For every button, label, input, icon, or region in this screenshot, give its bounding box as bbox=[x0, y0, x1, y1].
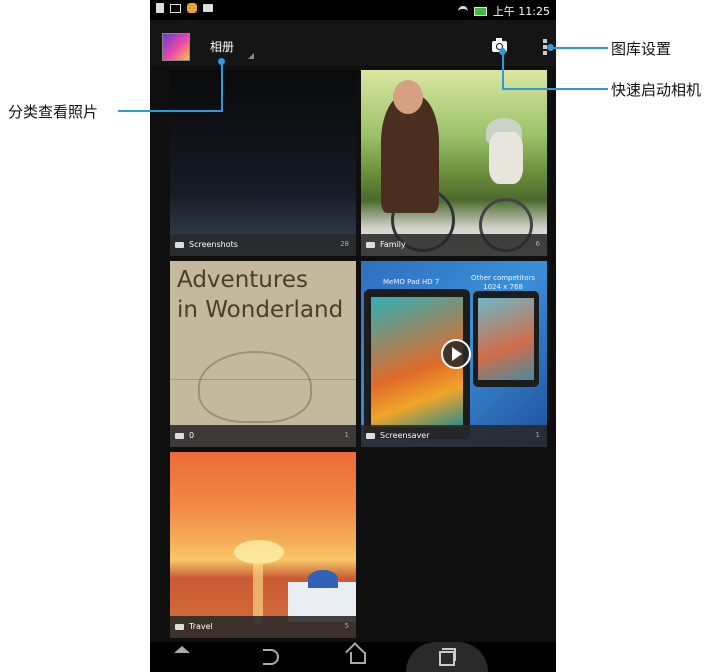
photo-sun bbox=[234, 540, 284, 564]
album-view-spinner[interactable]: 相册 bbox=[210, 38, 234, 55]
folder-icon bbox=[175, 242, 184, 248]
callout-settings: 图库设置 bbox=[611, 40, 672, 58]
album-tile-screenshots[interactable]: Screenshots 28 bbox=[170, 70, 356, 256]
photo-book-title-line1: Adventures bbox=[177, 267, 308, 293]
phone-screen: 上午 11:25 相册 Screenshots 28 Family 6 Adve… bbox=[150, 0, 556, 672]
album-count: 28 bbox=[340, 240, 349, 248]
navigation-bar bbox=[150, 642, 556, 672]
folder-icon bbox=[366, 242, 375, 248]
photo-tablet-small bbox=[473, 291, 539, 387]
photo-sea-reflection bbox=[253, 564, 263, 624]
play-icon[interactable] bbox=[441, 339, 471, 369]
photo-book-title-line2: in Wonderland bbox=[177, 297, 344, 323]
action-bar: 相册 bbox=[150, 20, 556, 66]
folder-icon bbox=[175, 624, 184, 630]
album-tile-travel[interactable]: Travel 5 bbox=[170, 452, 356, 638]
callout-camera: 快速启动相机 bbox=[611, 81, 702, 99]
photo-competitor-line1: Other competitors bbox=[471, 274, 536, 282]
album-name: 0 bbox=[189, 431, 195, 440]
album-name: Family bbox=[380, 240, 406, 249]
callout-sort: 分类查看照片 bbox=[8, 103, 99, 121]
album-caption: Screenshots 28 bbox=[170, 234, 356, 256]
recent-apps-button[interactable] bbox=[406, 642, 488, 672]
callout-line-settings bbox=[551, 47, 608, 49]
status-bar: 上午 11:25 bbox=[150, 0, 556, 20]
photo-book-title: Adventures in Wonderland bbox=[177, 265, 343, 325]
album-tile-0[interactable]: Adventures in Wonderland 0 1 bbox=[170, 261, 356, 447]
album-caption: Travel 5 bbox=[170, 616, 356, 638]
album-count: 1 bbox=[344, 431, 349, 439]
wifi-icon bbox=[457, 5, 468, 17]
photo-cat-sketch bbox=[198, 351, 312, 423]
home-icon[interactable] bbox=[350, 652, 366, 664]
callout-line-camera-h bbox=[502, 88, 608, 90]
photo-woman-head bbox=[393, 80, 423, 114]
system-icons: 上午 11:25 bbox=[457, 3, 550, 19]
album-count: 6 bbox=[535, 240, 540, 248]
album-caption: Family 6 bbox=[361, 234, 547, 256]
shopping-icon bbox=[187, 3, 197, 13]
folder-icon bbox=[175, 433, 184, 439]
gallery-app-icon[interactable] bbox=[162, 33, 190, 61]
document-icon bbox=[156, 3, 164, 13]
album-name: Travel bbox=[189, 622, 213, 631]
dropdown-triangle-icon[interactable] bbox=[248, 53, 254, 59]
callout-line-sort-h bbox=[118, 110, 223, 112]
image-icon bbox=[203, 4, 213, 12]
album-caption: 0 1 bbox=[170, 425, 356, 447]
folder-icon bbox=[366, 433, 375, 439]
recent-apps-icon bbox=[439, 651, 455, 666]
clock: 上午 11:25 bbox=[492, 5, 550, 18]
album-tile-family[interactable]: Family 6 bbox=[361, 70, 547, 256]
album-tile-screensaver[interactable]: MeMO Pad HD 7 Other competitors 1024 x 7… bbox=[361, 261, 547, 447]
callout-dot-sort bbox=[218, 58, 225, 65]
photo-product-label: MeMO Pad HD 7 bbox=[383, 278, 440, 286]
album-name: Screenshots bbox=[189, 240, 238, 249]
notification-icons bbox=[156, 3, 213, 13]
album-count: 5 bbox=[344, 622, 349, 630]
album-count: 1 bbox=[535, 431, 540, 439]
photo-competitor-label: Other competitors 1024 x 768 bbox=[471, 274, 535, 292]
photo-blue-dome bbox=[308, 570, 338, 588]
photo-child bbox=[489, 132, 523, 184]
hide-keyboard-icon[interactable] bbox=[174, 646, 190, 653]
back-icon[interactable] bbox=[263, 649, 279, 665]
album-caption: Screensaver 1 bbox=[361, 425, 547, 447]
battery-icon bbox=[473, 6, 487, 16]
camera-hump bbox=[496, 38, 502, 41]
video-icon bbox=[170, 4, 181, 13]
callout-dot-settings bbox=[547, 44, 554, 51]
callout-line-sort-v bbox=[221, 60, 223, 112]
album-name: Screensaver bbox=[380, 431, 430, 440]
callout-dot-camera bbox=[499, 48, 506, 55]
